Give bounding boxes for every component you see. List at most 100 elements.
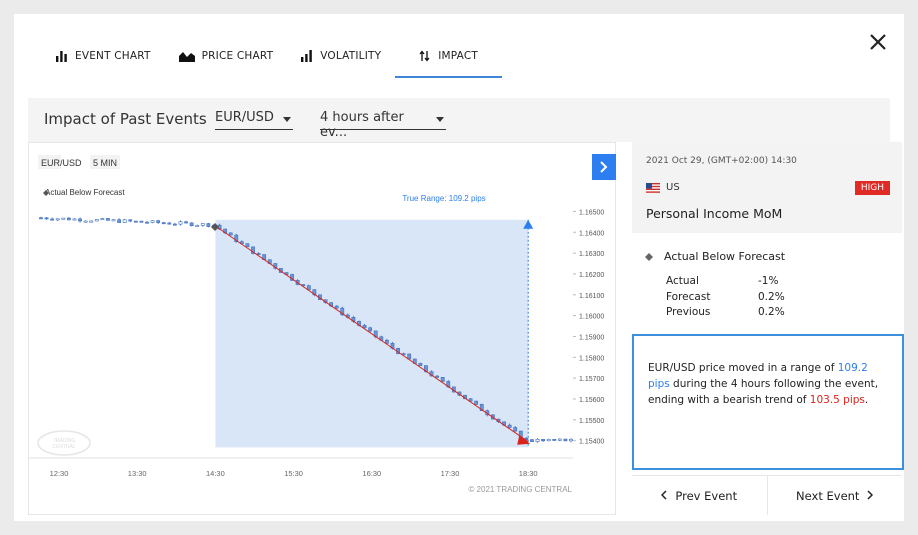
candle-body (306, 285, 311, 290)
candle (145, 220, 149, 224)
pair-select[interactable]: EUR/USD (215, 110, 293, 130)
previous-value: 0.2% (758, 306, 785, 318)
candle (195, 224, 200, 227)
candle (228, 232, 233, 236)
area-chart-icon (178, 50, 195, 62)
tab-event-chart[interactable]: EVENT CHART (42, 34, 165, 78)
candle (106, 217, 110, 221)
impact-high-badge: HIGH (854, 181, 890, 195)
time-window-select-value: 4 hours after ev... (320, 110, 404, 140)
candle-body (44, 217, 49, 220)
candle-body (418, 363, 423, 366)
candle (161, 221, 166, 225)
chart-legend-text: Actual Below Forecast (45, 188, 125, 197)
tab-bar: EVENT CHART PRICE CHART VOLATILITY IMPAC… (42, 34, 502, 78)
tab-volatility[interactable]: VOLATILITY (287, 34, 395, 78)
impact-summary-box: EUR/USD price moved in a range of 109.2 … (632, 334, 904, 470)
y-tick-label: 1.16200 (579, 272, 604, 279)
candle (100, 217, 105, 220)
chart-timeframe: 5 MIN (93, 158, 117, 168)
chevron-left-icon (661, 489, 667, 503)
x-tick-label: 15:30 (284, 469, 303, 478)
candle-body (117, 219, 122, 223)
candle (111, 219, 116, 222)
candle-body (563, 438, 568, 442)
tab-event-chart-label: EVENT CHART (75, 50, 151, 62)
y-tick-label: 1.15700 (579, 376, 604, 383)
event-country-code: US (666, 182, 680, 193)
chevron-right-icon (600, 161, 608, 173)
values-numbers: -1% 0.2% 0.2% (758, 274, 785, 321)
impact-arrows-icon (419, 50, 431, 62)
candle (66, 216, 71, 221)
candle (178, 220, 183, 226)
summary-part1: EUR/USD price moved in a range of (648, 362, 838, 374)
previous-label: Previous (666, 306, 711, 318)
candle (167, 221, 172, 225)
prev-event-button[interactable]: Prev Event (632, 476, 767, 515)
candle-body (72, 218, 77, 221)
result-row: Actual Below Forecast (644, 250, 785, 263)
candle-body (178, 221, 183, 225)
x-tick-label: 18:30 (519, 469, 538, 478)
actual-label: Actual (666, 275, 699, 287)
next-event-label: Next Event (796, 488, 860, 503)
candle-body (535, 439, 540, 442)
chevron-right-icon (867, 489, 874, 503)
candle (117, 218, 122, 223)
candle-body (55, 218, 60, 221)
candle (139, 220, 144, 223)
result-diamond-icon (645, 252, 653, 261)
candlestick-chart: EUR/USD 5 MIN 1.16500 1.16400 1.16300 1.162… (29, 155, 604, 494)
next-event-button[interactable]: Next Event (766, 476, 903, 515)
candle (122, 218, 127, 223)
candle-body (541, 439, 546, 442)
close-icon[interactable] (866, 30, 890, 54)
candle (563, 438, 568, 442)
candle (535, 438, 540, 443)
candle (245, 243, 250, 248)
candle-body (172, 223, 177, 226)
tab-price-chart[interactable]: PRICE CHART (165, 34, 288, 78)
y-tick-label: 1.16100 (579, 293, 604, 300)
candle (206, 222, 211, 228)
candle (474, 400, 479, 405)
candle (184, 220, 188, 224)
candle-body (50, 218, 55, 221)
candle-body (557, 438, 562, 441)
candle (440, 377, 445, 383)
candle (83, 220, 88, 223)
candle-body (167, 222, 172, 225)
candle-body (362, 325, 367, 329)
candle (546, 438, 551, 442)
candle-body (133, 220, 138, 223)
event-navigation: Prev Event Next Event (632, 475, 902, 515)
candle (72, 218, 77, 221)
candle (89, 220, 94, 223)
x-tick-label: 12:30 (50, 469, 69, 478)
chevron-down-icon (283, 117, 291, 122)
candle-body (145, 221, 149, 224)
candle-body (546, 438, 551, 442)
tab-impact[interactable]: IMPACT (395, 34, 502, 78)
candle (200, 223, 205, 227)
candle-body (245, 243, 250, 248)
collapse-panel-button[interactable] (592, 154, 616, 180)
result-label: Actual Below Forecast (664, 250, 786, 263)
candle-body (66, 217, 71, 221)
event-datetime: 2021 Oct 29, (GMT+02:00) 14:30 (646, 156, 797, 166)
candle (552, 438, 557, 441)
candle-body (83, 220, 88, 223)
candle-body (334, 305, 339, 309)
candle (150, 220, 155, 224)
time-window-select[interactable]: 4 hours after ev... (320, 110, 446, 140)
x-tick-label: 13:30 (128, 469, 147, 478)
candle (530, 439, 534, 442)
y-tick-label: 1.16400 (579, 230, 604, 237)
chart-copyright: © 2021 TRADING CENTRAL (468, 485, 572, 494)
candle-body (513, 427, 518, 432)
candle-body (200, 223, 205, 226)
y-tick-label: 1.15800 (579, 355, 604, 362)
candle-body (61, 217, 66, 220)
y-tick-label: 1.16000 (579, 314, 604, 321)
